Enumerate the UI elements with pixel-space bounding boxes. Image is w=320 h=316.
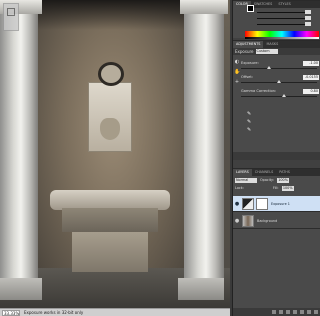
photo-fountain-ornament xyxy=(98,62,124,86)
photo-column-right xyxy=(184,0,224,300)
gamma-input[interactable]: 0.80 xyxy=(303,89,319,94)
layer-name: Background xyxy=(257,218,278,223)
photo-column-right-capital xyxy=(180,0,228,14)
layers-footer xyxy=(233,308,320,316)
status-info: Exposure works in 32-bit only xyxy=(24,310,84,315)
document-canvas[interactable] xyxy=(0,0,230,308)
adjustments-tabbar: Adjustments Masks xyxy=(233,41,320,48)
hand-icon[interactable]: ✋ xyxy=(234,69,240,76)
zoom-field[interactable]: 33.33% xyxy=(2,309,20,316)
eyedropper-tools: ✎ ✎ ✎ xyxy=(247,111,253,135)
eyedropper-white-icon[interactable]: ✎ xyxy=(247,127,253,134)
layers-tabbar: Layers Channels Paths xyxy=(233,169,320,176)
tab-paths[interactable]: Paths xyxy=(276,169,293,176)
new-adjustment-icon[interactable] xyxy=(293,310,297,314)
adjustment-side-tools: ◐ ✋ + xyxy=(234,59,240,89)
link-layers-icon[interactable] xyxy=(272,310,276,314)
tab-styles[interactable]: Styles xyxy=(275,1,293,8)
photo-pedestal xyxy=(72,232,148,272)
adjustment-title: Exposure xyxy=(235,49,254,54)
exposure-label: Exposure: xyxy=(241,61,259,65)
trash-icon[interactable] xyxy=(314,310,318,314)
layer-name: Exposure 1 xyxy=(271,201,290,206)
foreground-color-swatch[interactable] xyxy=(247,5,254,12)
photo-fountain-back xyxy=(88,82,132,152)
preset-dropdown[interactable]: Custom xyxy=(255,49,278,54)
exposure-icon[interactable]: ◐ xyxy=(234,59,240,66)
tab-swatches[interactable]: Swatches xyxy=(251,1,275,8)
offset-input[interactable]: -0.0155 xyxy=(303,75,319,80)
photo-column-right-base xyxy=(178,278,224,300)
color-panel: Color Swatches Styles xyxy=(233,0,320,39)
lock-label: Lock: xyxy=(235,186,244,190)
folder-icon[interactable] xyxy=(300,310,304,314)
lock-row: Lock: Fill: 100% xyxy=(233,184,320,192)
eyedropper-gray-icon[interactable]: ✎ xyxy=(247,119,253,126)
panel-dock: Color Swatches Styles Adjustments Masks … xyxy=(232,0,320,316)
exposure-slider-thumb[interactable] xyxy=(266,66,271,69)
tab-layers[interactable]: Layers xyxy=(233,169,252,176)
gamma-slider-thumb[interactable] xyxy=(282,94,287,97)
fx-icon[interactable] xyxy=(279,310,283,314)
status-bar: 33.33% Exposure works in 32-bit only xyxy=(0,308,230,316)
layer-thumbnail xyxy=(242,214,254,227)
add-icon[interactable]: + xyxy=(234,79,240,86)
eyedropper-black-icon[interactable]: ✎ xyxy=(247,111,253,118)
blue-slider[interactable] xyxy=(257,22,311,26)
tab-masks[interactable]: Masks xyxy=(263,41,281,48)
red-slider[interactable] xyxy=(257,10,311,14)
blend-mode-dropdown[interactable]: Normal xyxy=(235,177,257,183)
fill-input[interactable]: 100% xyxy=(281,185,294,191)
photo-column-left-base xyxy=(0,278,42,300)
opacity-label: Opacity: xyxy=(260,178,274,182)
offset-slider-thumb[interactable] xyxy=(276,80,281,83)
offset-label: Offset: xyxy=(241,75,254,79)
gamma-label: Gamma Correction: xyxy=(241,89,277,93)
mask-icon[interactable] xyxy=(286,310,290,314)
document-icon xyxy=(3,3,19,31)
photo-column-left xyxy=(0,0,38,300)
adjustments-panel: Adjustments Masks Exposure Custom ◐ ✋ + … xyxy=(233,40,320,160)
eye-icon[interactable]: ● xyxy=(233,201,241,207)
opacity-input[interactable]: 100% xyxy=(276,177,289,183)
adjustments-footer xyxy=(233,152,320,160)
layers-panel: Layers Channels Paths Normal Opacity: 10… xyxy=(233,168,320,316)
fill-label: Fill: xyxy=(272,186,279,190)
tab-channels[interactable]: Channels xyxy=(252,169,277,176)
photo-basin-body xyxy=(62,208,158,232)
layer-row-background[interactable]: ● Background xyxy=(233,213,320,229)
tab-adjustments[interactable]: Adjustments xyxy=(233,41,264,48)
layer-options-row: Normal Opacity: 100% xyxy=(233,176,320,184)
photo-basin xyxy=(50,190,170,210)
photo-fountain-mask xyxy=(100,118,120,140)
layer-mask-thumbnail[interactable] xyxy=(256,197,268,210)
layer-row-exposure[interactable]: ● Exposure 1 xyxy=(233,196,320,212)
adjustment-header: Exposure Custom xyxy=(233,48,320,55)
adjustment-layer-icon xyxy=(242,197,254,210)
green-slider[interactable] xyxy=(257,16,311,20)
exposure-input[interactable]: -1.00 xyxy=(303,61,319,66)
eye-icon[interactable]: ● xyxy=(233,218,241,224)
new-layer-icon[interactable] xyxy=(307,310,311,314)
grayscale-ramp[interactable] xyxy=(245,37,319,39)
